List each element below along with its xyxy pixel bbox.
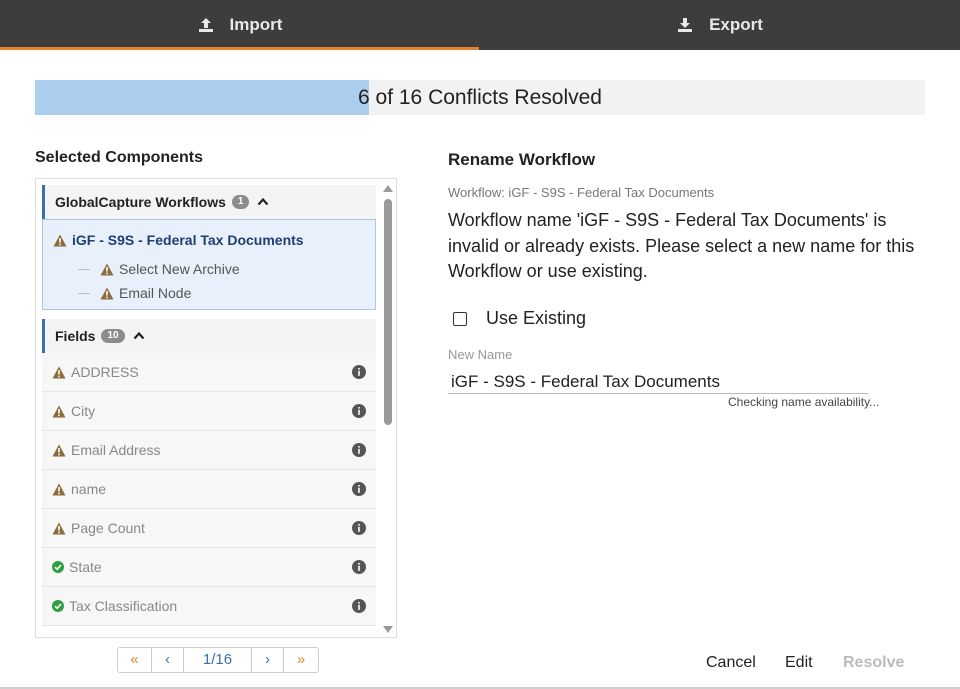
last-page-button[interactable]: » xyxy=(284,648,318,672)
tab-import-label: Import xyxy=(229,15,283,34)
tab-export-label: Export xyxy=(709,15,763,34)
workflows-section-header[interactable]: GlobalCapture Workflows 1 xyxy=(42,185,376,219)
workflow-item-label: iGF - S9S - Federal Tax Documents xyxy=(72,232,304,248)
field-label: ADDRESS xyxy=(71,364,139,380)
field-label: Email Address xyxy=(71,442,161,458)
warning-icon xyxy=(53,234,67,246)
warning-icon xyxy=(100,263,114,275)
field-label: Tax Classification xyxy=(69,598,178,614)
top-tab-bar: Import Export xyxy=(0,0,960,50)
check-circle-icon xyxy=(52,561,64,573)
use-existing-checkbox[interactable] xyxy=(453,311,467,326)
warning-icon xyxy=(100,287,114,299)
chevron-up-icon[interactable] xyxy=(257,196,269,208)
field-row[interactable]: ADDRESS xyxy=(42,353,376,392)
use-existing-label: Use Existing xyxy=(486,308,587,328)
warning-icon xyxy=(52,405,66,417)
upload-icon xyxy=(198,18,213,32)
new-name-input[interactable] xyxy=(448,370,868,394)
checking-availability-text: Checking name availability... xyxy=(728,395,880,409)
workflow-child-label: Email Node xyxy=(119,285,192,301)
workflow-child-item[interactable]: Email Node xyxy=(78,285,191,301)
workflow-item-selected[interactable]: iGF - S9S - Federal Tax Documents Select… xyxy=(42,219,376,310)
selected-components-title: Selected Components xyxy=(35,149,204,166)
info-icon[interactable] xyxy=(352,599,366,613)
resolve-button[interactable]: Resolve xyxy=(843,654,904,672)
info-icon[interactable] xyxy=(352,443,366,457)
tab-import[interactable]: Import xyxy=(0,0,480,50)
field-row[interactable]: Email Address xyxy=(42,431,376,470)
check-circle-icon xyxy=(52,600,64,612)
download-icon xyxy=(678,18,693,32)
cancel-button[interactable]: Cancel xyxy=(706,654,756,672)
fields-section-label: Fields xyxy=(55,328,96,344)
prev-page-button[interactable]: ‹ xyxy=(152,648,184,672)
workflow-child-label: Select New Archive xyxy=(119,261,240,277)
components-panel: GlobalCapture Workflows 1 iGF - S9S - Fe… xyxy=(35,178,397,638)
field-row[interactable]: Tax Classification xyxy=(42,587,376,626)
info-icon[interactable] xyxy=(352,404,366,418)
field-label: City xyxy=(71,403,96,419)
field-label: name xyxy=(71,481,107,497)
scroll-up-icon[interactable] xyxy=(383,185,393,192)
page-indicator: 1/16 xyxy=(184,648,252,672)
tree-connector xyxy=(78,268,90,270)
field-row[interactable]: Page Count xyxy=(42,509,376,548)
workflows-count-badge: 1 xyxy=(231,195,250,209)
warning-icon xyxy=(52,366,66,378)
scroll-down-icon[interactable] xyxy=(383,626,393,633)
info-icon[interactable] xyxy=(352,482,366,496)
first-page-button[interactable]: « xyxy=(118,648,152,672)
chevron-up-icon[interactable] xyxy=(133,330,145,342)
conflict-message: Workflow name 'iGF - S9S - Federal Tax D… xyxy=(448,210,915,281)
warning-icon xyxy=(52,483,66,495)
field-row[interactable]: name xyxy=(42,470,376,509)
tree-connector xyxy=(78,292,90,294)
workflows-section-label: GlobalCapture Workflows xyxy=(55,194,226,210)
warning-icon xyxy=(52,522,66,534)
fields-section-header[interactable]: Fields 10 xyxy=(42,319,376,353)
workflow-item: iGF - S9S - Federal Tax Documents xyxy=(53,232,304,248)
scrollbar-thumb[interactable] xyxy=(384,199,392,425)
new-name-label: New Name xyxy=(448,347,513,362)
info-icon[interactable] xyxy=(352,365,366,379)
workflow-child-item[interactable]: Select New Archive xyxy=(78,261,240,277)
use-existing-option[interactable]: Use Existing xyxy=(453,308,586,329)
field-row[interactable]: City xyxy=(42,392,376,431)
tab-export[interactable]: Export xyxy=(480,0,960,50)
info-icon[interactable] xyxy=(352,560,366,574)
next-page-button[interactable]: › xyxy=(252,648,284,672)
pagination: « ‹ 1/16 › » xyxy=(117,647,319,673)
edit-button[interactable]: Edit xyxy=(785,654,813,672)
workflow-label: Workflow: iGF - S9S - Federal Tax Docume… xyxy=(448,185,715,200)
scrollbar[interactable] xyxy=(381,183,395,635)
field-label: State xyxy=(69,559,102,575)
fields-count-badge: 10 xyxy=(101,329,125,343)
field-label: Page Count xyxy=(71,520,145,536)
info-icon[interactable] xyxy=(352,521,366,535)
field-row[interactable]: State xyxy=(42,548,376,587)
warning-icon xyxy=(52,444,66,456)
conflicts-progress-bar: 6 of 16 Conflicts Resolved xyxy=(35,80,925,115)
rename-workflow-title: Rename Workflow xyxy=(448,150,596,169)
progress-text: 6 of 16 Conflicts Resolved xyxy=(358,86,602,109)
